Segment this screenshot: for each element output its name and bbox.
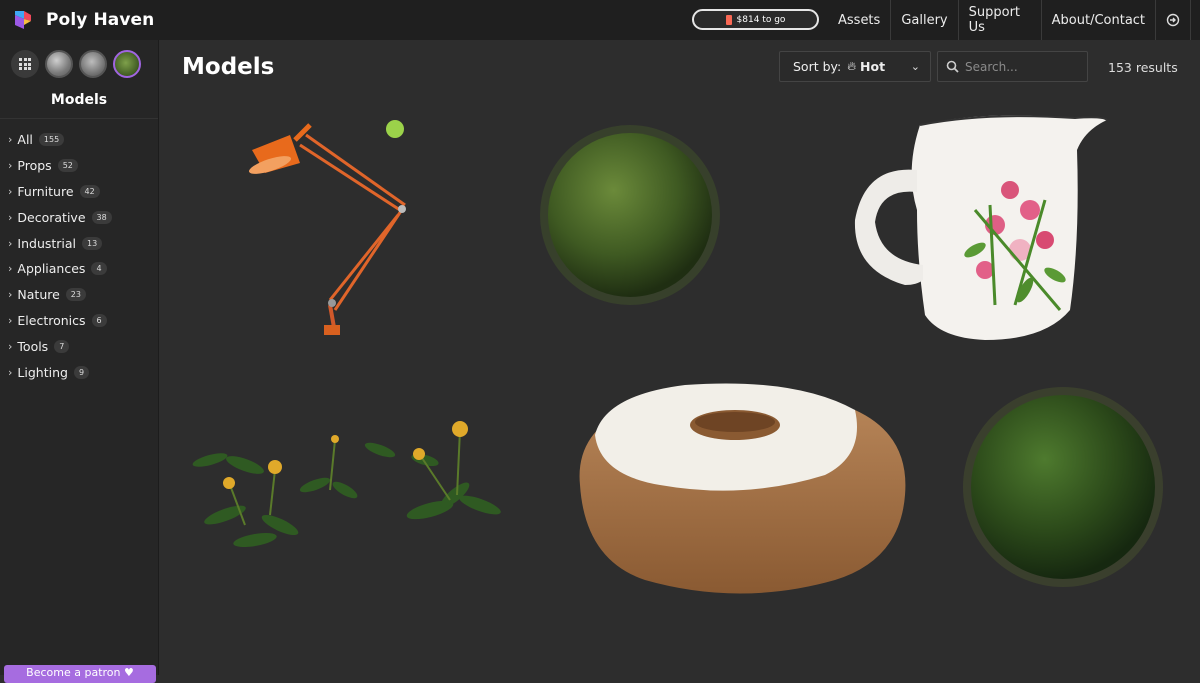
brand-name: Poly Haven (46, 10, 154, 30)
category-count: 4 (91, 262, 106, 275)
category-nature[interactable]: ›Nature23 (0, 282, 158, 308)
category-tools[interactable]: ›Tools7 (0, 333, 158, 359)
category-list: ›All155 ›Props52 ›Furniture42 ›Decorativ… (0, 127, 158, 385)
ceramic-jug-thumbnail (845, 110, 1115, 345)
nav-about-contact[interactable]: About/Contact (1041, 0, 1155, 40)
chevron-right-icon: › (8, 262, 12, 275)
moss-ball-thumbnail (525, 115, 735, 325)
chevron-right-icon: › (8, 185, 12, 198)
category-all[interactable]: ›All155 (0, 127, 158, 153)
chevron-right-icon: › (8, 366, 12, 379)
main-nav: Assets Gallery Support Us About/Contact (828, 0, 1200, 40)
chevron-right-icon: › (8, 133, 12, 146)
category-furniture[interactable]: ›Furniture42 (0, 179, 158, 205)
asset-bundt-cake[interactable] (565, 375, 910, 600)
moss-ball-2-thumbnail (955, 375, 1175, 595)
chevron-right-icon: › (8, 314, 12, 327)
chevron-right-icon: › (8, 340, 12, 353)
category-count: 9 (74, 366, 89, 379)
status-dot (384, 118, 406, 140)
model-icon[interactable] (113, 50, 141, 78)
nav-support-us[interactable]: Support Us (958, 0, 1041, 40)
patron-button[interactable]: Become a patron ♥ (4, 665, 156, 683)
category-count: 52 (58, 159, 78, 172)
divider (0, 118, 158, 119)
sort-dropdown[interactable]: Sort by: 🔥︎ Hot ⌄ (779, 51, 931, 82)
nav-assets[interactable]: Assets (828, 0, 890, 40)
search-icon (946, 60, 959, 73)
category-props[interactable]: ›Props52 (0, 153, 158, 179)
search-input[interactable] (965, 60, 1085, 74)
category-decorative[interactable]: ›Decorative38 (0, 204, 158, 230)
asset-type-switch (0, 40, 158, 78)
top-bar: Poly Haven $814 to go Assets Gallery Sup… (0, 0, 1200, 40)
sidebar: Models ›All155 ›Props52 ›Furniture42 ›De… (0, 40, 159, 675)
asset-moss-ball-2[interactable] (955, 375, 1175, 595)
category-count: 23 (66, 288, 86, 301)
sort-label: Sort by: (793, 59, 841, 74)
chevron-right-icon: › (8, 237, 12, 250)
category-count: 13 (82, 237, 102, 250)
search-box (937, 51, 1088, 82)
funding-goal-pill[interactable]: $814 to go (692, 9, 819, 30)
brand[interactable]: Poly Haven (12, 9, 212, 31)
category-lighting[interactable]: ›Lighting9 (0, 359, 158, 385)
flame-icon: 🔥︎ (847, 59, 856, 74)
asset-dandelions[interactable] (185, 415, 530, 560)
results-count: 153 results (1108, 60, 1178, 75)
asset-desk-lamp[interactable] (240, 105, 430, 345)
chevron-right-icon: › (8, 159, 12, 172)
texture-icon[interactable] (79, 50, 107, 78)
hdri-icon[interactable] (45, 50, 73, 78)
category-count: 155 (39, 133, 64, 146)
category-industrial[interactable]: ›Industrial13 (0, 230, 158, 256)
goal-text: $814 to go (737, 15, 786, 25)
category-appliances[interactable]: ›Appliances4 (0, 256, 158, 282)
sidebar-title: Models (0, 92, 158, 108)
nav-gallery[interactable]: Gallery (890, 0, 957, 40)
chevron-down-icon: ⌄ (911, 60, 920, 73)
poly-haven-logo-icon (12, 9, 34, 31)
page-title: Models (182, 54, 274, 80)
patreon-icon (726, 15, 732, 25)
sort-value: Hot (860, 59, 885, 74)
asset-moss-ball[interactable] (525, 115, 735, 325)
asset-ceramic-jug[interactable] (845, 110, 1115, 345)
category-electronics[interactable]: ›Electronics6 (0, 308, 158, 334)
chevron-right-icon: › (8, 211, 12, 224)
uk-flag-icon[interactable] (1190, 0, 1200, 40)
category-count: 38 (92, 211, 112, 224)
category-count: 6 (92, 314, 107, 327)
category-count: 7 (54, 340, 69, 353)
all-types-icon[interactable] (11, 50, 39, 78)
category-count: 42 (80, 185, 100, 198)
bundt-cake-thumbnail (565, 375, 910, 600)
chevron-right-icon: › (8, 288, 12, 301)
desk-lamp-thumbnail (240, 105, 430, 345)
login-icon[interactable] (1155, 0, 1190, 40)
dandelions-thumbnail (185, 415, 530, 560)
